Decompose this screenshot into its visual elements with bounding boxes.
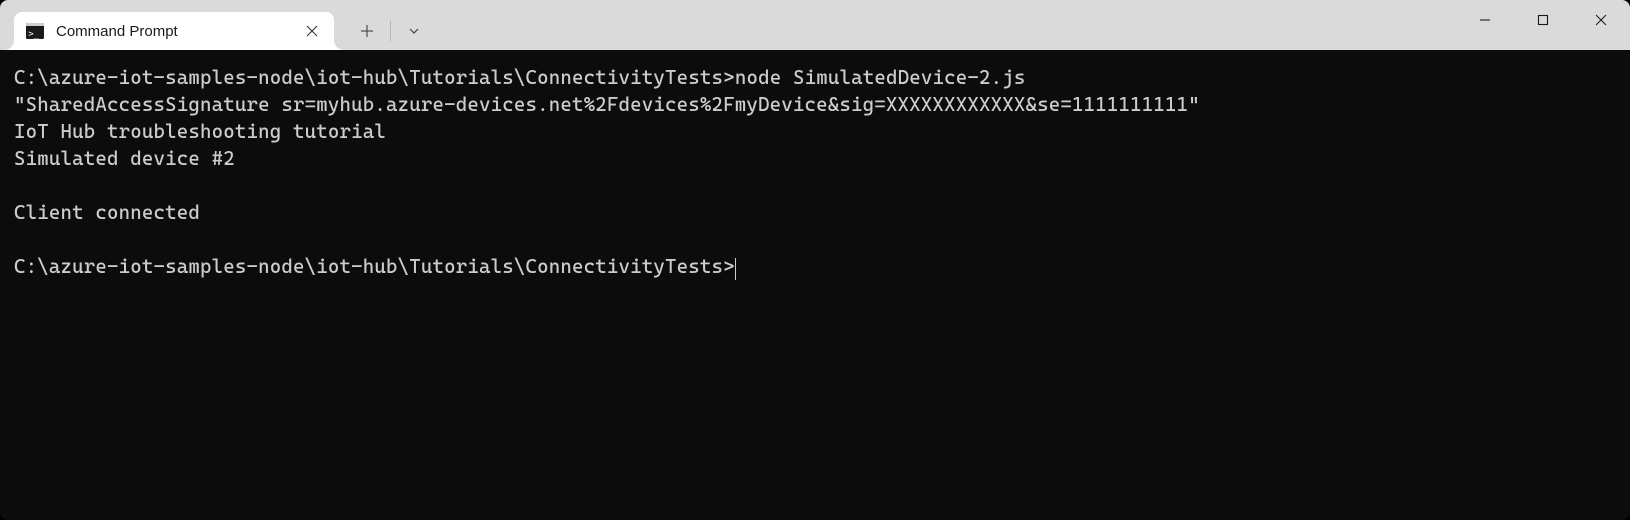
- close-window-button[interactable]: [1572, 0, 1630, 40]
- chevron-down-icon: [408, 25, 420, 37]
- titlebar: >_ Command Prompt: [0, 0, 1630, 50]
- terminal-output[interactable]: C:\azure-iot-samples-node\iot-hub\Tutori…: [0, 50, 1630, 520]
- output-line: "SharedAccessSignature sr=myhub.azure-de…: [14, 93, 1200, 116]
- minimize-icon: [1478, 13, 1492, 27]
- prompt-path: C:\azure-iot-samples-node\iot-hub\Tutori…: [14, 255, 735, 278]
- output-line: Client connected: [14, 201, 200, 224]
- close-icon: [1594, 13, 1608, 27]
- output-line: Simulated device #2: [14, 147, 235, 170]
- command-prompt-icon: >_: [26, 22, 44, 40]
- window-controls: [1456, 0, 1630, 40]
- tab-close-button[interactable]: [302, 21, 322, 41]
- svg-text:>_: >_: [28, 30, 39, 40]
- tabbar-divider: [390, 21, 391, 41]
- tabbar-buttons: [334, 12, 433, 50]
- command-text: node SimulatedDevice-2.js: [735, 66, 1026, 89]
- new-tab-button[interactable]: [348, 15, 386, 47]
- terminal-cursor: [735, 258, 736, 280]
- output-line: IoT Hub troubleshooting tutorial: [14, 120, 386, 143]
- tab-title: Command Prompt: [56, 23, 290, 40]
- tab-command-prompt[interactable]: >_ Command Prompt: [14, 12, 334, 50]
- minimize-button[interactable]: [1456, 0, 1514, 40]
- plus-icon: [360, 24, 374, 38]
- close-icon: [306, 25, 318, 37]
- maximize-icon: [1536, 13, 1550, 27]
- prompt-path: C:\azure-iot-samples-node\iot-hub\Tutori…: [14, 66, 735, 89]
- maximize-button[interactable]: [1514, 0, 1572, 40]
- tab-dropdown-button[interactable]: [395, 15, 433, 47]
